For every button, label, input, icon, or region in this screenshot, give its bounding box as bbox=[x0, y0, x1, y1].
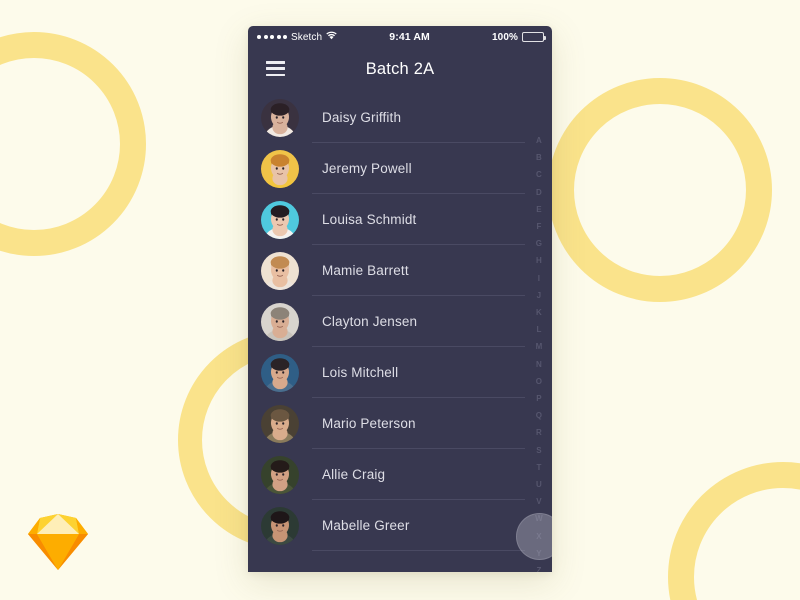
alpha-index-letter-r[interactable]: R bbox=[536, 424, 542, 441]
contact-row[interactable]: Mamie Barrett bbox=[248, 245, 552, 296]
alpha-index-letter-i[interactable]: I bbox=[538, 270, 540, 287]
avatar-clayton-jensen bbox=[261, 302, 299, 341]
status-bar: Sketch 9:41 AM 100% bbox=[248, 26, 552, 48]
contact-name: Clayton Jensen bbox=[322, 314, 418, 329]
contact-name: Lois Mitchell bbox=[322, 365, 399, 380]
avatar-mamie-barrett bbox=[261, 251, 299, 290]
avatar-allie-craig bbox=[261, 455, 299, 494]
alpha-index-letter-u[interactable]: U bbox=[536, 476, 542, 493]
contact-name: Daisy Griffith bbox=[322, 110, 402, 125]
avatar-jeremy-powell bbox=[261, 149, 299, 188]
contact-name: Mario Peterson bbox=[322, 416, 416, 431]
alpha-index-letter-h[interactable]: H bbox=[536, 252, 542, 269]
decorative-ring-bottom-right bbox=[668, 462, 800, 600]
row-divider bbox=[312, 550, 525, 551]
phone-screen: Sketch 9:41 AM 100% Batch 2A Daisy Griff… bbox=[248, 26, 552, 572]
alpha-index-letter-a[interactable]: A bbox=[536, 132, 542, 149]
decorative-ring-top-right bbox=[548, 78, 772, 302]
alpha-index-letter-q[interactable]: Q bbox=[536, 407, 542, 424]
contact-row[interactable]: Jeremy Powell bbox=[248, 143, 552, 194]
alpha-index-letter-b[interactable]: B bbox=[536, 149, 542, 166]
navigation-bar: Batch 2A bbox=[248, 48, 552, 90]
alpha-index-letter-e[interactable]: E bbox=[536, 201, 542, 218]
avatar-mabelle-greer bbox=[261, 506, 299, 545]
contact-name: Mabelle Greer bbox=[322, 518, 410, 533]
avatar-daisy-griffith bbox=[261, 98, 299, 137]
alpha-index-letter-s[interactable]: S bbox=[536, 442, 542, 459]
avatar-louisa-schmidt bbox=[261, 200, 299, 239]
status-bar-time: 9:41 AM bbox=[389, 31, 430, 43]
alpha-index-letter-o[interactable]: O bbox=[536, 373, 542, 390]
alpha-index-letter-d[interactable]: D bbox=[536, 184, 542, 201]
alpha-index-letter-m[interactable]: M bbox=[536, 338, 543, 355]
contact-row[interactable]: Lois Mitchell bbox=[248, 347, 552, 398]
contact-row[interactable]: Louisa Schmidt bbox=[248, 194, 552, 245]
contact-list[interactable]: Daisy Griffith Jeremy Powell Louisa Schmid… bbox=[248, 90, 552, 551]
decorative-ring-top-left bbox=[0, 32, 146, 256]
contact-row[interactable]: Daisy Griffith bbox=[248, 92, 552, 143]
alpha-index-letter-n[interactable]: N bbox=[536, 356, 542, 373]
alpha-index-letter-f[interactable]: F bbox=[536, 218, 541, 235]
contact-name: Jeremy Powell bbox=[322, 161, 412, 176]
contact-row[interactable]: Clayton Jensen bbox=[248, 296, 552, 347]
alpha-index-letter-v[interactable]: V bbox=[536, 493, 542, 510]
contact-row[interactable]: Mabelle Greer bbox=[248, 500, 552, 551]
alpha-index-letter-t[interactable]: T bbox=[536, 459, 541, 476]
contact-name: Mamie Barrett bbox=[322, 263, 409, 278]
contact-name: Louisa Schmidt bbox=[322, 212, 417, 227]
alpha-index-letter-k[interactable]: K bbox=[536, 304, 542, 321]
scroll-thumb-handle[interactable] bbox=[516, 513, 552, 560]
alpha-index-letter-c[interactable]: C bbox=[536, 166, 542, 183]
contact-row[interactable]: Mario Peterson bbox=[248, 398, 552, 449]
battery-full-icon bbox=[522, 32, 546, 42]
avatar-mario-peterson bbox=[261, 404, 299, 443]
alphabet-index[interactable]: ABCDEFGHIJKLMNOPQRSTUVWXYZ bbox=[532, 132, 546, 572]
sketch-logo-icon bbox=[26, 512, 90, 572]
alpha-index-letter-p[interactable]: P bbox=[536, 390, 542, 407]
avatar-lois-mitchell bbox=[261, 353, 299, 392]
status-bar-right: 100% bbox=[492, 31, 546, 43]
contact-name: Allie Craig bbox=[322, 467, 386, 482]
signal-dots-icon bbox=[257, 35, 287, 39]
alpha-index-letter-l[interactable]: L bbox=[536, 321, 541, 338]
hamburger-menu-icon[interactable] bbox=[266, 61, 285, 76]
battery-percent-label: 100% bbox=[492, 31, 518, 43]
alpha-index-letter-j[interactable]: J bbox=[537, 287, 542, 304]
status-bar-left: Sketch bbox=[257, 31, 337, 43]
contact-row[interactable]: Allie Craig bbox=[248, 449, 552, 500]
page-title: Batch 2A bbox=[365, 59, 435, 78]
alpha-index-letter-g[interactable]: G bbox=[536, 235, 542, 252]
alpha-index-letter-z[interactable]: Z bbox=[536, 562, 541, 572]
carrier-label: Sketch bbox=[291, 31, 323, 43]
